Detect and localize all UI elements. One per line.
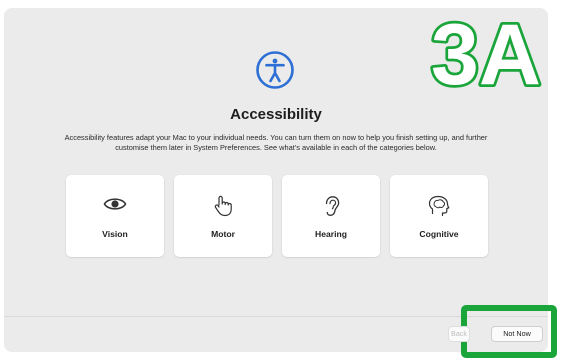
category-card-motor[interactable]: Motor [174,175,272,257]
category-label: Hearing [315,229,347,239]
page-title: Accessibility [230,106,322,123]
badge-label: 3A [431,7,541,96]
accessibility-icon [256,51,294,89]
back-button[interactable]: Back [448,326,470,342]
not-now-button[interactable]: Not Now [491,326,543,342]
category-label: Cognitive [419,229,459,239]
ear-icon [325,196,340,216]
eye-icon [103,198,127,210]
category-label: Vision [102,229,128,239]
brain-icon [428,195,450,217]
category-card-hearing[interactable]: Hearing [282,175,380,257]
category-card-cognitive[interactable]: Cognitive [390,175,488,257]
category-card-vision[interactable]: Vision [66,175,164,257]
page-description: Accessibility features adapt your Mac to… [64,133,488,152]
category-label: Motor [211,229,235,239]
step-badge-3a: 3A [428,4,543,96]
pointing-hand-icon [214,195,232,217]
